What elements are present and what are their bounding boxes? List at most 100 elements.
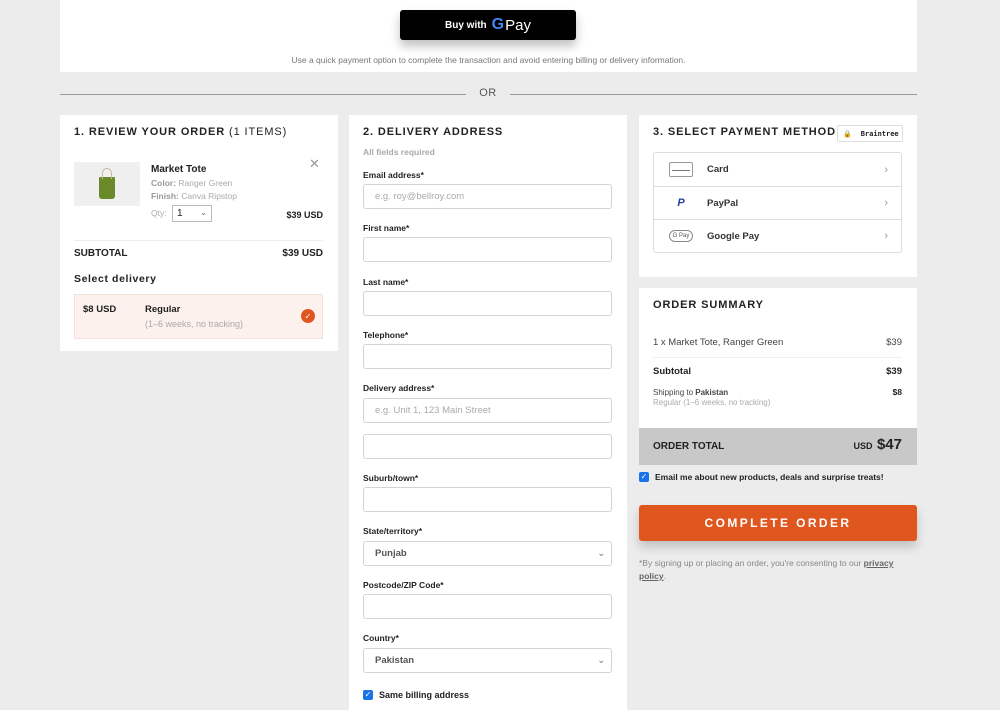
last-name-field[interactable] <box>363 291 612 316</box>
tote-bag-image <box>99 168 115 199</box>
express-checkout-note: Use a quick payment option to complete t… <box>291 55 686 65</box>
order-total-value: USD $47 <box>854 436 903 454</box>
credit-card-icon <box>669 162 693 177</box>
delivery-address-field[interactable]: e.g. Unit 1, 123 Main Street <box>363 398 612 423</box>
consent-end: . <box>663 571 666 581</box>
checkbox-checked-icon: ✓ <box>639 472 649 482</box>
same-billing-label: Same billing address <box>379 690 470 700</box>
product-color: Color: Ranger Green <box>151 178 232 188</box>
or-divider: OR <box>60 86 917 102</box>
braintree-secure-badge: 🔒 Braintree <box>837 125 903 142</box>
shipping-country: Pakistan <box>695 388 729 397</box>
gpay-button-pay: Pay <box>505 16 531 34</box>
first-name-label: First name* <box>363 223 410 233</box>
order-summary-panel: ORDER SUMMARY 1 x Market Tote, Ranger Gr… <box>639 288 917 465</box>
google-g-icon: G <box>491 16 505 33</box>
chevron-right-icon: › <box>884 197 888 209</box>
divider <box>74 240 323 241</box>
product-finish: Finish: Canva Ripstop <box>151 191 237 201</box>
consent-text: *By signing up or placing an order, you'… <box>639 558 862 568</box>
divider <box>653 357 902 358</box>
payment-method-title: 3. SELECT PAYMENT METHOD <box>653 126 836 138</box>
order-total-bar: ORDER TOTAL USD $47 <box>639 428 917 465</box>
subtotal-value: $39 USD <box>282 248 323 259</box>
payment-option-label: Google Pay <box>707 230 760 242</box>
summary-subtotal-value: $39 <box>886 366 902 377</box>
subtotal-label: SUBTOTAL <box>74 248 128 259</box>
summary-subtotal-label: Subtotal <box>653 366 691 377</box>
checkmark-icon: ✓ <box>301 309 315 323</box>
product-color-value: Ranger Green <box>178 178 233 188</box>
summary-line-item-price: $39 <box>886 337 902 348</box>
review-order-title-text: 1. REVIEW YOUR ORDER <box>74 126 226 138</box>
product-name: Market Tote <box>151 164 207 175</box>
email-opt-in-checkbox[interactable]: ✓ Email me about new products, deals and… <box>639 472 884 482</box>
express-checkout-panel: Buy with G Pay Use a quick payment optio… <box>60 0 917 72</box>
lock-icon: 🔒 <box>843 129 852 138</box>
payment-option-label: Card <box>707 164 729 175</box>
braintree-label: Braintree <box>860 129 899 138</box>
delivery-name: Regular <box>145 304 181 315</box>
delivery-description: (1–6 weeks, no tracking) <box>145 319 244 329</box>
country-label: Country* <box>363 633 399 643</box>
order-total-currency: USD <box>853 441 873 451</box>
item-count: (1 ITEMS) <box>229 126 288 138</box>
suburb-field[interactable] <box>363 487 612 512</box>
qty-label: Qty: <box>151 208 167 218</box>
chevron-right-icon: › <box>884 230 888 242</box>
or-label: OR <box>479 87 497 99</box>
last-name-label: Last name* <box>363 277 409 287</box>
qty-select[interactable]: 1 ⌄ <box>172 205 212 222</box>
shipping-value: $8 <box>892 387 902 397</box>
state-label: State/territory* <box>363 526 423 536</box>
postcode-field[interactable] <box>363 594 612 619</box>
payment-option-paypal[interactable]: P PayPal › <box>654 186 901 219</box>
product-color-label: Color: <box>151 178 177 188</box>
remove-item-close-icon[interactable]: ✕ <box>309 156 320 172</box>
review-order-panel: 1. REVIEW YOUR ORDER (1 ITEMS) Market To… <box>60 115 338 351</box>
qty-value: 1 <box>177 208 183 219</box>
postcode-label: Postcode/ZIP Code* <box>363 580 444 590</box>
chevron-down-icon: ⌄ <box>597 655 605 665</box>
chevron-down-icon: ⌄ <box>597 548 605 558</box>
required-note: All fields required <box>363 147 435 157</box>
consent-note: *By signing up or placing an order, you'… <box>639 557 909 583</box>
payment-option-card[interactable]: Card › <box>654 153 901 186</box>
summary-line-item: 1 x Market Tote, Ranger Green <box>653 337 784 348</box>
country-select[interactable]: Pakistan ⌄ <box>363 648 612 673</box>
divider-line <box>60 94 466 95</box>
shipping-method: Regular (1–6 weeks, no tracking) <box>653 398 771 407</box>
payment-method-panel: 3. SELECT PAYMENT METHOD 🔒 Braintree Car… <box>639 115 917 277</box>
first-name-field[interactable] <box>363 237 612 262</box>
paypal-icon: P <box>677 197 685 209</box>
product-thumbnail <box>74 162 140 206</box>
delivery-option-regular[interactable]: $8 USD Regular (1–6 weeks, no tracking) … <box>74 294 323 339</box>
email-opt-in-label: Email me about new products, deals and s… <box>655 472 884 482</box>
shipping-prefix: Shipping to <box>653 388 694 397</box>
state-select[interactable]: Punjab ⌄ <box>363 541 612 566</box>
delivery-price: $8 USD <box>83 304 117 315</box>
chevron-right-icon: › <box>884 163 888 176</box>
order-total-label: ORDER TOTAL <box>653 441 725 452</box>
buy-with-google-pay-button[interactable]: Buy with G Pay <box>400 10 576 40</box>
product-finish-value: Canva Ripstop <box>181 191 237 201</box>
state-value: Punjab <box>375 548 407 559</box>
payment-method-list: Card › P PayPal › G Pay Google Pay › <box>653 152 902 253</box>
same-billing-checkbox[interactable]: ✓ Same billing address <box>363 690 469 700</box>
order-summary-title: ORDER SUMMARY <box>653 299 764 311</box>
delivery-address-label: Delivery address* <box>363 383 435 393</box>
payment-option-google-pay[interactable]: G Pay Google Pay › <box>654 219 901 252</box>
country-value: Pakistan <box>375 655 415 666</box>
complete-order-button[interactable]: COMPLETE ORDER <box>639 505 917 541</box>
suburb-label: Suburb/town* <box>363 473 419 483</box>
order-total-amount: $47 <box>876 436 902 453</box>
email-field[interactable]: e.g. roy@bellroy.com <box>363 184 612 209</box>
review-order-title: 1. REVIEW YOUR ORDER (1 ITEMS) <box>74 126 287 138</box>
shipping-line: Shipping to Pakistan <box>653 388 728 397</box>
telephone-field[interactable] <box>363 344 612 369</box>
email-label: Email address* <box>363 170 424 180</box>
delivery-address-line2-field[interactable] <box>363 434 612 459</box>
telephone-label: Telephone* <box>363 330 409 340</box>
select-delivery-heading: Select delivery <box>74 273 157 285</box>
product-price: $39 USD <box>286 210 323 220</box>
